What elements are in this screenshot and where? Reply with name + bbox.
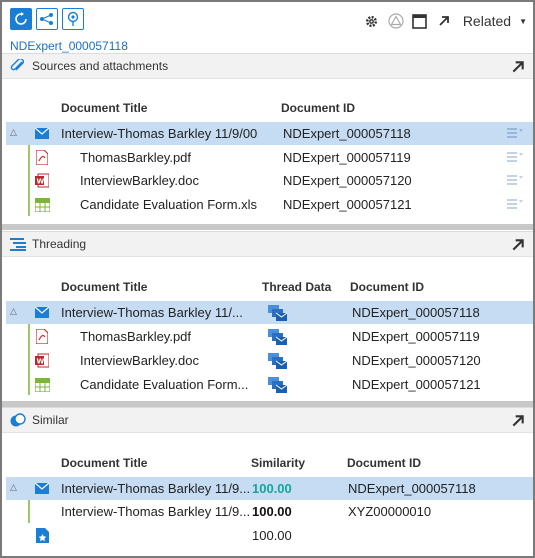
document-id: NDExpert_000057120 (352, 353, 481, 368)
row-menu-icon[interactable] (507, 174, 523, 186)
document-id: NDExpert_000057121 (352, 377, 481, 392)
similarity-value: 100.00 (252, 481, 292, 496)
right-toolbar: Related ▼ (359, 10, 527, 32)
document-title: InterviewBarkley.doc (80, 353, 199, 368)
window-icon (412, 13, 428, 29)
paperclip-icon (10, 58, 26, 74)
document-id: NDExpert_000057119 (283, 150, 411, 165)
document-title: Interview-Thomas Barkley 11/... (61, 305, 243, 320)
thread-emails-icon[interactable] (268, 328, 288, 345)
pin-button[interactable] (62, 8, 84, 30)
document-title: ThomasBarkley.pdf (80, 150, 192, 165)
pin-icon (67, 11, 79, 26)
table-row[interactable]: △ Interview-Thomas Barkley 11/9... 100.0… (6, 477, 533, 500)
similar-section-header[interactable]: Similar (2, 407, 533, 433)
document-id: NDExpert_000057121 (283, 197, 412, 212)
thread-emails-icon[interactable] (268, 376, 288, 393)
row-menu-icon[interactable] (507, 127, 523, 139)
svg-text:W: W (37, 358, 45, 366)
document-title: ThomasBarkley.pdf (80, 329, 192, 344)
pdf-icon (34, 149, 50, 166)
collapse-triangle-icon[interactable]: △ (10, 482, 17, 493)
document-title: Interview-Thomas Barkley 11/9... (61, 504, 251, 519)
sources-title: Sources and attachments (32, 59, 169, 73)
table-row[interactable]: △ Interview-Thomas Barkley 11/... NDExpe… (6, 301, 533, 324)
related-panel: Related ▼ NDExpert_000057118 Sources and… (0, 0, 535, 558)
col-document-id[interactable]: Document ID (347, 456, 421, 470)
document-title: Candidate Evaluation Form... (80, 377, 249, 392)
related-dropdown[interactable]: Related ▼ (463, 13, 527, 29)
share-button[interactable] (36, 8, 58, 30)
refresh-button[interactable] (10, 8, 32, 30)
gear-icon (366, 15, 378, 27)
related-label: Related (462, 13, 512, 29)
threading-title: Threading (32, 237, 87, 251)
table-row[interactable]: W InterviewBarkley.doc NDExpert_00005712… (6, 169, 533, 192)
expand-icon[interactable] (511, 414, 525, 428)
section-divider[interactable] (2, 224, 533, 230)
similarity-value: 100.00 (252, 528, 292, 543)
share-nodes-icon (40, 13, 53, 25)
current-document-id[interactable]: NDExpert_000057118 (10, 39, 128, 53)
col-document-title[interactable]: Document Title (61, 456, 147, 470)
settings-button[interactable] (361, 10, 383, 32)
col-document-id[interactable]: Document ID (281, 101, 355, 115)
document-id: NDExpert_000057120 (283, 173, 412, 188)
document-title: Interview-Thomas Barkley 11/9... (61, 481, 251, 496)
document-id: NDExpert_000057118 (352, 305, 480, 320)
email-icon (34, 480, 50, 497)
document-id: XYZ00000010 (348, 504, 432, 519)
caret-down-icon: ▼ (519, 16, 527, 26)
expand-icon[interactable] (511, 60, 525, 74)
svg-text:W: W (37, 178, 45, 186)
refresh-icon (15, 12, 27, 25)
table-row[interactable]: Candidate Evaluation Form... NDExpert_00… (6, 373, 533, 396)
word-icon: W (34, 172, 50, 189)
warning-icon (388, 13, 404, 29)
col-document-title[interactable]: Document Title (61, 101, 147, 115)
sources-section-header[interactable]: Sources and attachments (2, 53, 533, 79)
similarity-value: 100.00 (252, 504, 292, 519)
table-row[interactable]: Candidate Evaluation Form.xls NDExpert_0… (6, 193, 533, 216)
document-title: InterviewBarkley.doc (80, 173, 199, 188)
document-id: NDExpert_000057118 (348, 481, 476, 496)
table-row[interactable]: △ Interview-Thomas Barkley 11/9/00 NDExp… (6, 122, 533, 145)
expand-icon[interactable] (511, 238, 525, 252)
table-row[interactable]: ThomasBarkley.pdf NDExpert_000057119 (6, 146, 533, 169)
document-title: Candidate Evaluation Form.xls (80, 197, 258, 212)
table-row[interactable]: ThomasBarkley.pdf NDExpert_000057119 (6, 325, 533, 348)
popout-button[interactable] (433, 10, 455, 32)
col-document-id[interactable]: Document ID (350, 280, 424, 294)
document-title: Interview-Thomas Barkley 11/9/00 (61, 126, 258, 141)
collapse-triangle-icon[interactable]: △ (10, 306, 17, 317)
warning-button[interactable] (385, 10, 407, 32)
threading-section-header[interactable]: Threading (2, 231, 533, 257)
table-row[interactable]: 100.00 (6, 524, 533, 547)
row-menu-icon[interactable] (507, 151, 523, 163)
popout-icon (439, 16, 449, 26)
excel-icon (34, 376, 50, 393)
similar-title: Similar (32, 413, 69, 427)
collapse-triangle-icon[interactable]: △ (10, 127, 17, 138)
col-similarity[interactable]: Similarity (251, 456, 305, 470)
email-icon (34, 125, 50, 142)
col-thread-data[interactable]: Thread Data (262, 280, 331, 294)
col-document-title[interactable]: Document Title (61, 280, 147, 294)
table-row[interactable]: Interview-Thomas Barkley 11/9... 100.00 … (6, 500, 533, 523)
row-menu-icon[interactable] (507, 198, 523, 210)
pdf-icon (34, 328, 50, 345)
window-button[interactable] (409, 10, 431, 32)
starred-file-icon (34, 527, 50, 544)
table-row[interactable]: W InterviewBarkley.doc NDExpert_00005712… (6, 349, 533, 372)
email-icon (34, 304, 50, 321)
document-id: NDExpert_000057118 (283, 126, 411, 141)
excel-icon (34, 196, 50, 213)
thread-emails-icon[interactable] (268, 352, 288, 369)
thread-emails-icon[interactable] (268, 304, 288, 321)
document-id: NDExpert_000057119 (352, 329, 480, 344)
similar-icon (10, 412, 26, 428)
threading-icon (10, 236, 26, 252)
toolbar: Related ▼ (2, 2, 533, 38)
word-icon: W (34, 352, 50, 369)
